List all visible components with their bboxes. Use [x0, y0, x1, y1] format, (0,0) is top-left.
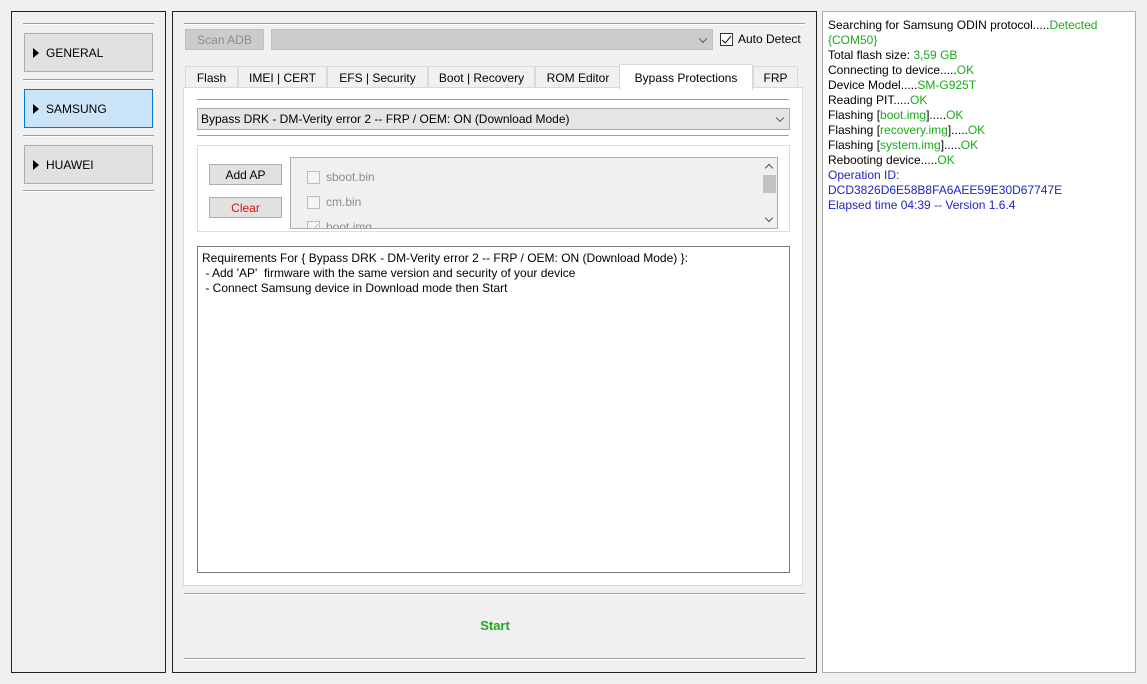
nav-general-button[interactable]: GENERAL [24, 33, 153, 72]
bypass-tab-page: Bypass DRK - DM-Verity error 2 -- FRP / … [183, 87, 803, 586]
scan-adb-button[interactable]: Scan ADB [185, 29, 264, 50]
requirements-line: - Add 'AP' firmware with the same versio… [202, 266, 576, 280]
checkbox-icon [307, 195, 320, 209]
chevron-down-icon [698, 34, 708, 43]
nav-general-label: GENERAL [46, 45, 104, 60]
log-line: Device Model.....SM-G925T [828, 78, 977, 92]
divider [197, 135, 789, 136]
list-item[interactable]: boot.img [307, 220, 373, 229]
chevron-down-icon [775, 113, 785, 123]
list-item[interactable]: sboot.bin [307, 170, 375, 184]
scroll-thumb[interactable] [763, 175, 776, 193]
firmware-group: Add AP Clear sboot.bin cm.bin boot.img [197, 145, 790, 232]
nav-huawei-button[interactable]: HUAWEI [24, 145, 153, 184]
divider [23, 135, 154, 137]
tab-label: Bypass Protections [634, 70, 738, 85]
nav-huawei-label: HUAWEI [46, 157, 94, 172]
log-line: Reading PIT.....OK [828, 93, 928, 107]
log-line: Connecting to device.....OK [828, 63, 975, 77]
log-panel: Searching for Samsung ODIN protocol.....… [822, 11, 1136, 673]
file-name: cm.bin [326, 195, 362, 209]
divider [197, 99, 789, 100]
firmware-file-list[interactable]: sboot.bin cm.bin boot.img [290, 157, 778, 229]
requirements-line: Requirements For { Bypass DRK - DM-Verit… [202, 251, 688, 265]
tab-bypass-protections[interactable]: Bypass Protections [619, 64, 753, 90]
center-panel: Scan ADB Auto Detect Flash IMEI | CERT E… [172, 11, 817, 673]
vertical-scrollbar[interactable] [760, 158, 777, 228]
checkbox-checked-icon [720, 32, 733, 46]
start-button[interactable]: Start [463, 618, 527, 633]
log-line: Operation ID: [828, 168, 900, 182]
tab-imei-cert[interactable]: IMEI | CERT [238, 66, 327, 89]
clear-label: Clear [231, 200, 260, 215]
bypass-mode-select[interactable]: Bypass DRK - DM-Verity error 2 -- FRP / … [197, 108, 790, 130]
scroll-up-icon[interactable] [764, 163, 774, 173]
log-line: Rebooting device.....OK [828, 153, 955, 167]
list-item[interactable]: cm.bin [307, 195, 361, 209]
divider [23, 23, 154, 25]
requirements-textbox[interactable]: Requirements For { Bypass DRK - DM-Verit… [197, 246, 790, 573]
tab-rom-editor[interactable]: ROM Editor [535, 66, 621, 89]
checkbox-icon [307, 170, 320, 184]
left-nav-panel: GENERAL SAMSUNG HUAWEI [11, 11, 166, 673]
tab-label: Boot | Recovery [438, 71, 525, 85]
tab-boot-recovery[interactable]: Boot | Recovery [428, 66, 535, 89]
tab-efs-security[interactable]: EFS | Security [327, 66, 428, 89]
scroll-down-icon[interactable] [764, 213, 774, 223]
divider [23, 79, 154, 81]
arrow-right-icon [33, 47, 39, 58]
log-line: Flashing [recovery.img].....OK [828, 123, 986, 137]
tab-label: ROM Editor [546, 71, 610, 85]
log-line: DCD3826D6E58B8FA6AEE59E30D67747E [828, 183, 1063, 197]
device-combo[interactable] [271, 29, 713, 50]
divider [184, 593, 805, 595]
arrow-right-icon [33, 103, 39, 114]
log-line: Elapsed time 04:39 -- Version 1.6.4 [828, 198, 1016, 212]
tab-label: IMEI | CERT [249, 71, 316, 85]
tab-label: FRP [763, 71, 788, 85]
requirements-line: - Connect Samsung device in Download mod… [202, 281, 508, 295]
tab-flash[interactable]: Flash [185, 66, 238, 89]
log-line: Total flash size: 3,59 GB [828, 48, 958, 62]
tab-label: EFS | Security [339, 71, 416, 85]
auto-detect-checkbox[interactable]: Auto Detect [720, 32, 801, 46]
tab-frp[interactable]: FRP [753, 66, 798, 89]
add-ap-button[interactable]: Add AP [209, 164, 282, 185]
checkbox-checked-icon [307, 220, 320, 228]
divider [23, 190, 154, 192]
log-line: Searching for Samsung ODIN protocol.....… [828, 18, 1098, 32]
add-ap-label: Add AP [225, 167, 266, 182]
file-name: sboot.bin [326, 170, 375, 184]
log-line: Flashing [boot.img].....OK [828, 108, 964, 122]
arrow-right-icon [33, 159, 39, 170]
divider [184, 658, 805, 660]
scan-adb-label: Scan ADB [197, 32, 252, 47]
tab-label: Flash [196, 71, 227, 85]
log-line: {COM50} [828, 33, 878, 47]
bypass-mode-value: Bypass DRK - DM-Verity error 2 -- FRP / … [201, 112, 570, 126]
clear-button[interactable]: Clear [209, 197, 282, 218]
file-name: boot.img [326, 220, 373, 229]
auto-detect-label: Auto Detect [738, 32, 801, 46]
log-line: Flashing [system.img].....OK [828, 138, 979, 152]
divider [184, 23, 805, 25]
nav-samsung-button[interactable]: SAMSUNG [24, 89, 153, 128]
nav-samsung-label: SAMSUNG [46, 101, 107, 116]
